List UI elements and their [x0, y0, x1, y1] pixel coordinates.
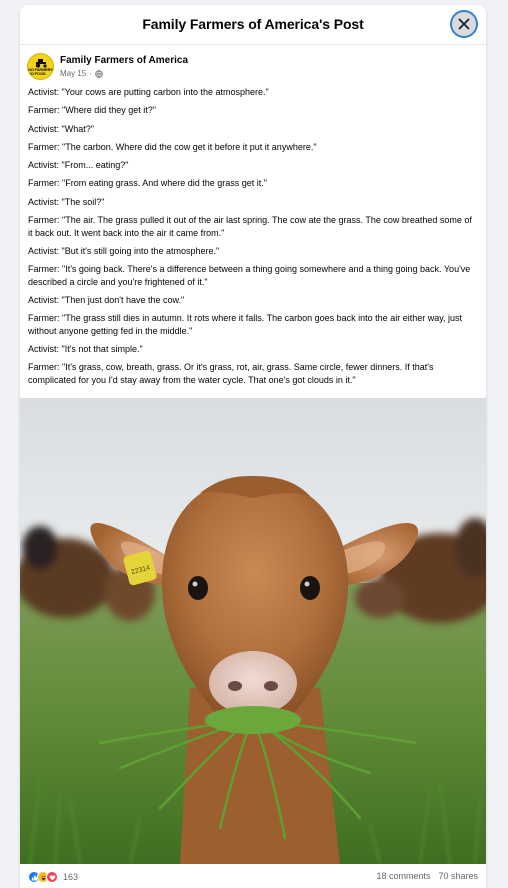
reactions-summary[interactable]: 163 — [28, 871, 78, 883]
calf-photo: 22314 — [20, 398, 486, 864]
post-line: Farmer: "From eating grass. And where di… — [28, 178, 267, 189]
tractor-icon — [35, 58, 47, 68]
post-line: Activist: "It's not that simple." — [28, 344, 143, 355]
meta-separator: · — [89, 69, 92, 78]
post-photo[interactable]: 22314 — [20, 398, 486, 864]
post-line: Activist: "But it's still going into the… — [28, 245, 220, 256]
love-icon — [46, 871, 58, 883]
close-button[interactable] — [450, 10, 478, 38]
post-line: Farmer: "The grass still dies in autumn.… — [28, 313, 463, 336]
post-footer: 163 18 comments 70 shares — [20, 864, 486, 888]
post-line: Activist: "Your cows are putting carbon … — [28, 87, 269, 97]
post-line: Activist: "Then just don't have the cow.… — [28, 294, 185, 305]
post-modal: Family Farmers of America's Post NO FARM… — [20, 5, 486, 888]
post-date[interactable]: May 15 — [60, 69, 86, 78]
comments-count[interactable]: 18 comments — [376, 871, 430, 881]
post-line: Farmer: "It's grass, cow, breath, grass.… — [28, 362, 434, 385]
avatar-logo-text: NO FARMERS NO FOOD — [28, 66, 53, 76]
post-line: Farmer: "Where did they get it?" — [28, 105, 156, 116]
post-line: Activist: "What?" — [28, 123, 94, 134]
globe-icon — [95, 69, 103, 78]
modal-title: Family Farmers of America's Post — [142, 16, 364, 32]
close-icon — [458, 18, 470, 30]
post-author[interactable]: Family Farmers of America — [60, 55, 188, 66]
post-line: Activist: "The soil?" — [28, 196, 105, 207]
reaction-count: 163 — [63, 872, 79, 882]
post-text: Activist: "Your cows are putting carbon … — [28, 86, 478, 392]
shares-count[interactable]: 70 shares — [438, 871, 478, 881]
post-line: Farmer: "The air. The grass pulled it ou… — [28, 215, 472, 238]
modal-header: Family Farmers of America's Post — [20, 5, 486, 45]
post-line: Activist: "From... eating?" — [28, 160, 129, 171]
post-meta: May 15 · — [60, 69, 103, 78]
post-line: Farmer: "The carbon. Where did the cow g… — [28, 141, 317, 152]
post-stats: 18 comments 70 shares — [376, 871, 478, 881]
post-line: Farmer: "It's going back. There's a diff… — [28, 264, 471, 287]
avatar[interactable]: NO FARMERS NO FOOD — [27, 53, 54, 80]
